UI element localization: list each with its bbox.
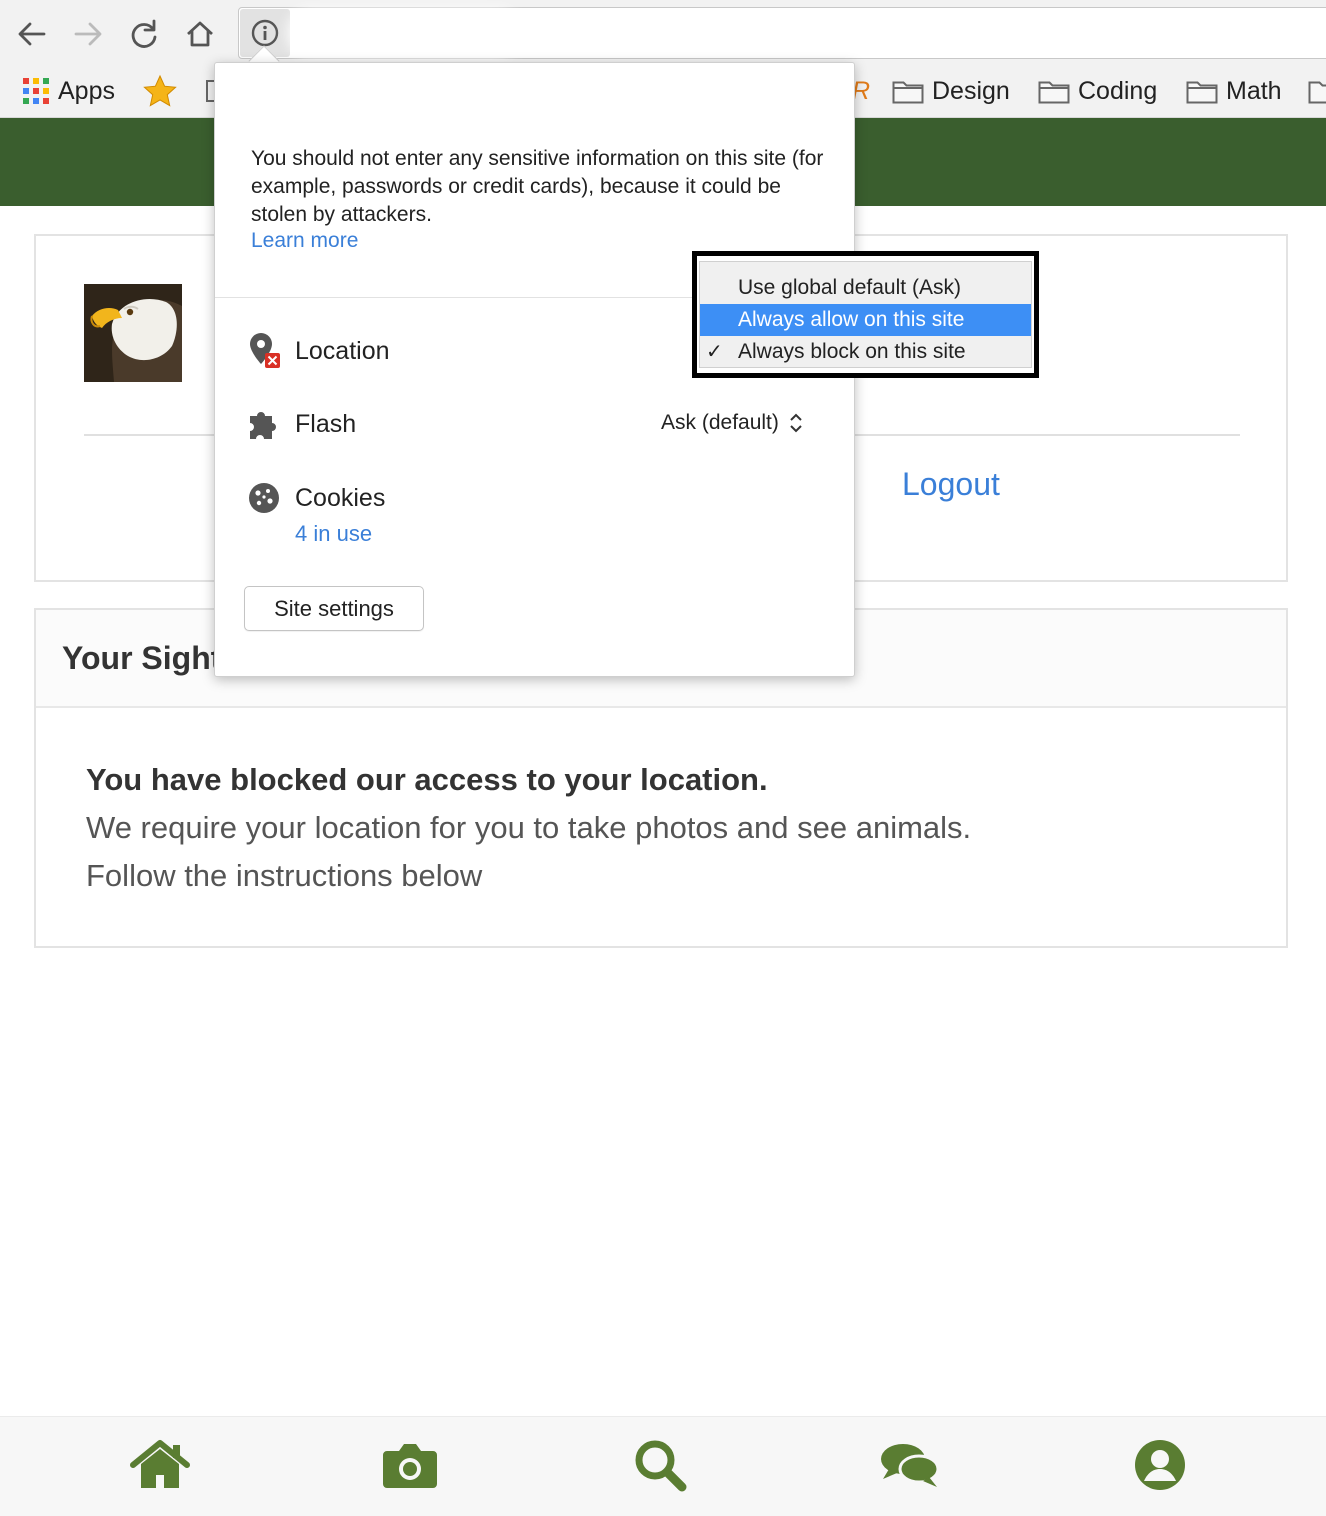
folder-icon <box>1186 81 1218 104</box>
location-blocked-icon <box>250 333 280 368</box>
security-warning-text: You should not enter any sensitive infor… <box>251 147 824 226</box>
folder-icon <box>1038 81 1070 104</box>
chat-icon[interactable] <box>878 1435 942 1495</box>
learn-more-link[interactable]: Learn more <box>251 229 358 253</box>
apps-grid-icon <box>23 78 49 104</box>
bottom-nav <box>0 1416 1326 1516</box>
updown-chevron-icon <box>790 413 802 433</box>
bookmark-coding-label: Coding <box>1078 76 1158 105</box>
star-icon[interactable] <box>142 74 186 108</box>
permission-cookies-label: Cookies <box>295 483 386 512</box>
option-label: Always allow on this site <box>738 308 965 331</box>
option-always-allow[interactable]: Always allow on this site <box>700 304 1031 336</box>
cookie-icon <box>249 483 279 513</box>
location-blocked-title: You have blocked our access to your loca… <box>86 762 768 797</box>
arrow-right-icon[interactable] <box>68 14 108 54</box>
checkmark-icon: ✓ <box>706 341 723 363</box>
logout-link[interactable]: Logout <box>902 466 1000 503</box>
bookmark-math-label: Math <box>1226 76 1282 105</box>
permission-location[interactable]: Location <box>247 331 390 371</box>
instructions-text: Follow the instructions below <box>86 858 483 893</box>
option-label: Always block on this site <box>738 340 966 363</box>
arrow-left-icon[interactable] <box>12 14 52 54</box>
location-required-text: We require your location for you to take… <box>86 810 972 845</box>
permission-flash-label: Flash <box>295 409 357 438</box>
flash-select-value: Ask (default) <box>661 411 779 434</box>
bookmark-apps[interactable]: Apps <box>22 74 115 108</box>
camera-icon[interactable] <box>378 1435 442 1495</box>
location-dropdown-highlight: Use global default (Ask) Always allow on… <box>692 251 1039 378</box>
folder-icon <box>892 81 924 104</box>
option-use-global-default[interactable]: Use global default (Ask) <box>700 272 1031 304</box>
avatar <box>84 284 182 382</box>
reload-icon[interactable] <box>124 14 164 54</box>
permission-cookies: Cookies <box>247 481 385 515</box>
location-dropdown-menu: Use global default (Ask) Always allow on… <box>699 261 1032 368</box>
bookmark-apps-label: Apps <box>58 76 115 105</box>
puzzle-piece-icon <box>250 412 276 439</box>
bookmark-design-label: Design <box>932 76 1010 105</box>
search-icon[interactable] <box>628 1435 692 1495</box>
bookmark-coding[interactable]: Coding <box>1038 74 1157 108</box>
permission-flash: Flash <box>247 407 356 441</box>
home-icon[interactable] <box>128 1435 192 1495</box>
bookmark-design[interactable]: Design <box>892 74 1010 108</box>
folder-icon-partial[interactable] <box>1308 74 1326 108</box>
url-text-blurred <box>296 18 511 48</box>
permission-location-label: Location <box>295 336 390 365</box>
home-icon[interactable] <box>180 14 220 54</box>
cookies-in-use-link[interactable]: 4 in use <box>295 521 372 547</box>
option-label: Use global default (Ask) <box>738 276 961 299</box>
flash-select[interactable]: Ask (default) <box>661 411 805 435</box>
bookmark-math[interactable]: Math <box>1186 74 1282 108</box>
user-icon[interactable] <box>1128 1435 1192 1495</box>
site-settings-button[interactable]: Site settings <box>244 586 424 631</box>
option-always-block[interactable]: ✓ Always block on this site <box>700 336 1031 368</box>
browser-toolbar <box>0 0 1326 64</box>
